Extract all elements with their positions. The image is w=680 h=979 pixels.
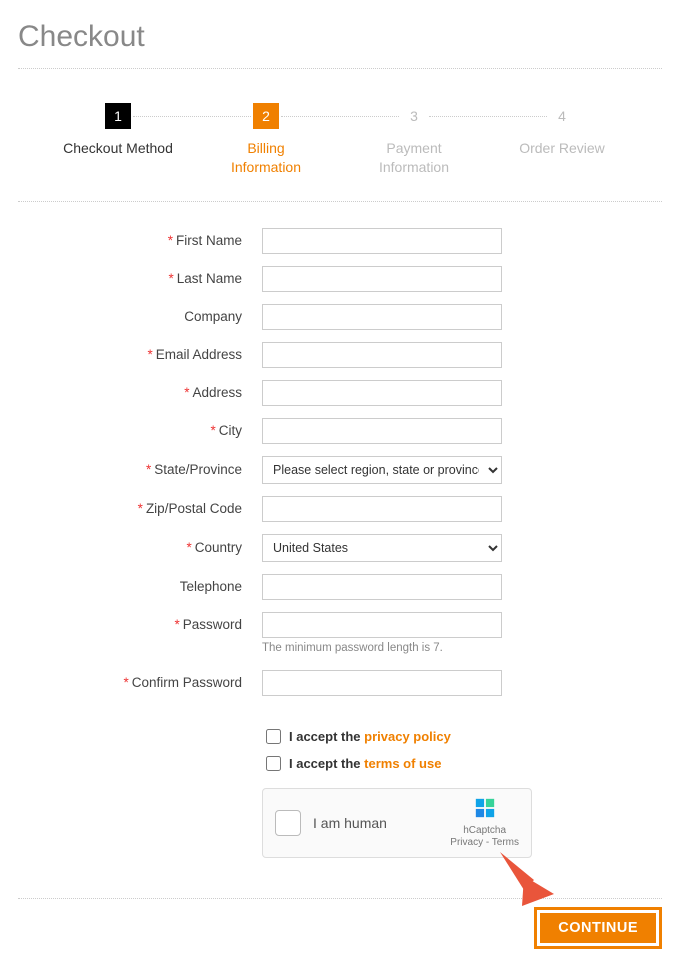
step-label: Payment Information	[340, 139, 488, 177]
field-last-name: *Last Name	[18, 266, 662, 292]
label-password: Password	[183, 617, 242, 632]
label-telephone: Telephone	[180, 579, 242, 594]
input-last-name[interactable]	[262, 266, 502, 292]
checkbox-privacy[interactable]	[266, 729, 281, 744]
field-address: *Address	[18, 380, 662, 406]
field-email: *Email Address	[18, 342, 662, 368]
continue-button[interactable]: CONTINUE	[534, 907, 662, 949]
step-num: 1	[105, 103, 131, 129]
input-city[interactable]	[262, 418, 502, 444]
label-first-name: First Name	[176, 233, 242, 248]
field-password: *Password The minimum password length is…	[18, 612, 662, 654]
label-zip: Zip/Postal Code	[146, 501, 242, 516]
field-confirm-password: *Confirm Password	[18, 670, 662, 696]
input-password[interactable]	[262, 612, 502, 638]
step-label: Order Review	[488, 139, 636, 158]
link-terms-of-use[interactable]: terms of use	[364, 756, 441, 771]
captcha-text: I am human	[313, 815, 438, 831]
field-country: *Country United States	[18, 534, 662, 562]
step-num: 3	[401, 103, 427, 129]
step-label: Billing Information	[192, 139, 340, 177]
step-num: 2	[253, 103, 279, 129]
captcha-box: I am human hCaptcha Privacy - Terms	[262, 788, 532, 858]
label-state: State/Province	[154, 462, 242, 477]
step-payment-information[interactable]: 3 Payment Information	[340, 103, 488, 177]
label-country: Country	[195, 540, 242, 555]
page-title: Checkout	[18, 20, 662, 54]
consent-privacy-row: I accept the privacy policy	[262, 726, 662, 747]
select-country[interactable]: United States	[262, 534, 502, 562]
input-company[interactable]	[262, 304, 502, 330]
step-order-review[interactable]: 4 Order Review	[488, 103, 636, 177]
input-telephone[interactable]	[262, 574, 502, 600]
label-confirm-password: Confirm Password	[132, 675, 242, 690]
input-zip[interactable]	[262, 496, 502, 522]
label-email: Email Address	[156, 347, 242, 362]
divider-steps	[18, 201, 662, 202]
input-address[interactable]	[262, 380, 502, 406]
field-zip: *Zip/Postal Code	[18, 496, 662, 522]
link-privacy-policy[interactable]: privacy policy	[364, 729, 451, 744]
step-billing-information[interactable]: 2 Billing Information	[192, 103, 340, 177]
label-company: Company	[184, 309, 242, 324]
select-state[interactable]: Please select region, state or province	[262, 456, 502, 484]
hcaptcha-icon	[474, 797, 496, 819]
label-city: City	[219, 423, 242, 438]
input-confirm-password[interactable]	[262, 670, 502, 696]
arrow-icon	[494, 846, 558, 910]
consent-privacy-label: I accept the privacy policy	[289, 729, 451, 744]
input-first-name[interactable]	[262, 228, 502, 254]
step-checkout-method[interactable]: 1 Checkout Method	[44, 103, 192, 177]
step-num: 4	[549, 103, 575, 129]
label-address: Address	[192, 385, 242, 400]
continue-button-label: CONTINUE	[540, 913, 656, 943]
consent-terms-row: I accept the terms of use	[262, 753, 662, 774]
field-first-name: *First Name	[18, 228, 662, 254]
field-city: *City	[18, 418, 662, 444]
divider-top	[18, 68, 662, 69]
input-email[interactable]	[262, 342, 502, 368]
captcha-checkbox[interactable]	[275, 810, 301, 836]
checkout-steps: 1 Checkout Method 2 Billing Information …	[18, 103, 662, 177]
field-state: *State/Province Please select region, st…	[18, 456, 662, 484]
billing-form: *First Name *Last Name Company *Email Ad…	[18, 228, 662, 858]
field-telephone: Telephone	[18, 574, 662, 600]
consent-terms-label: I accept the terms of use	[289, 756, 441, 771]
step-label: Checkout Method	[44, 139, 192, 158]
divider-bottom	[18, 898, 662, 899]
password-hint: The minimum password length is 7.	[262, 642, 502, 654]
label-last-name: Last Name	[177, 271, 242, 286]
captcha-brand: hCaptcha Privacy - Terms	[450, 797, 519, 849]
checkbox-terms[interactable]	[266, 756, 281, 771]
field-company: Company	[18, 304, 662, 330]
